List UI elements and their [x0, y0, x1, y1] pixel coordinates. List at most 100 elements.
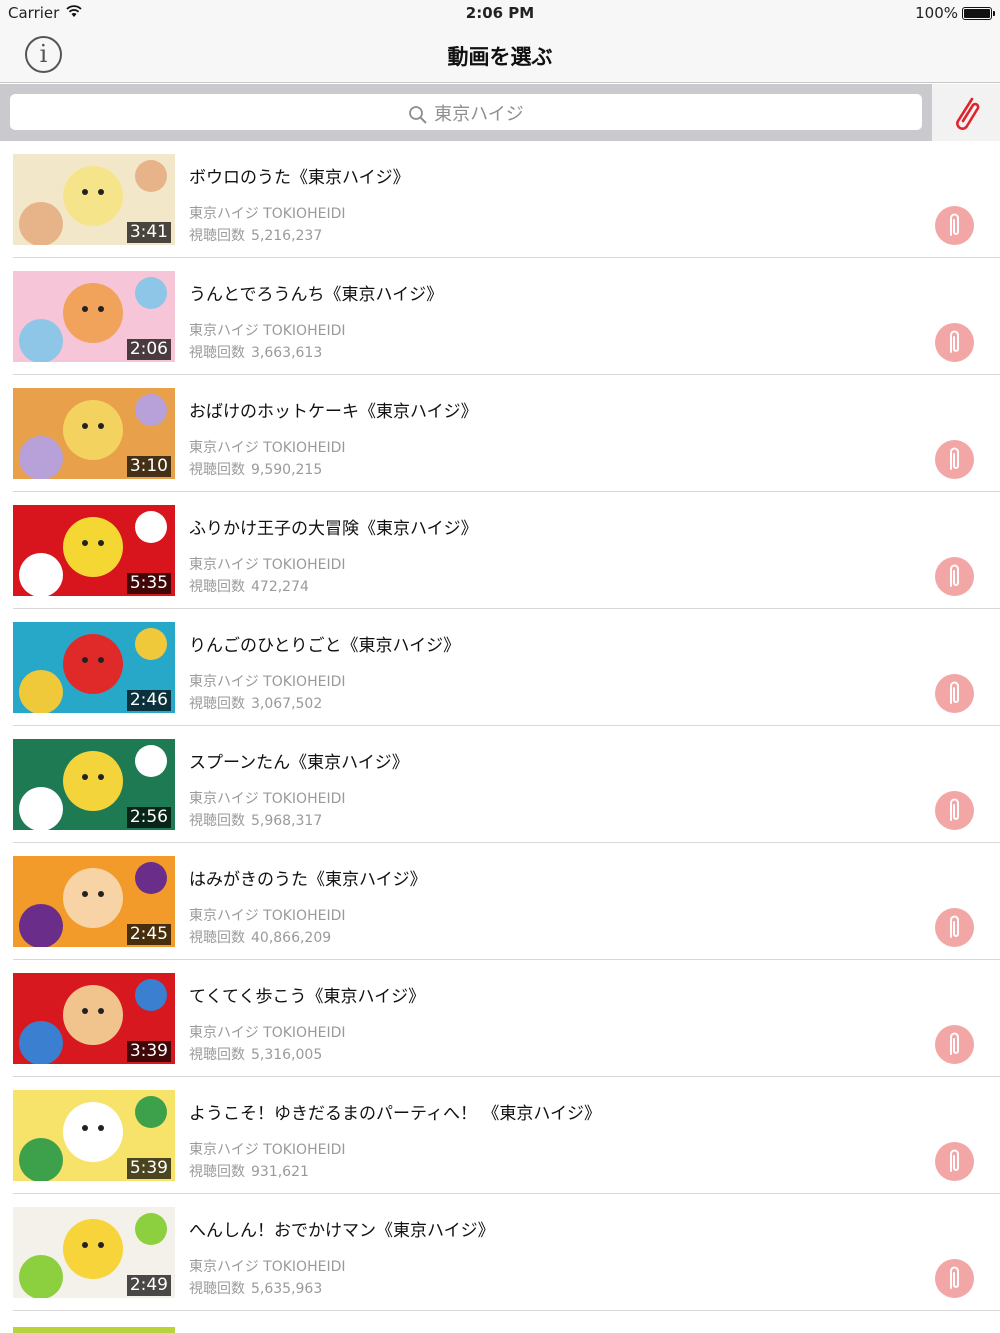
channel-name: 東京ハイジ TOKIOHEIDI	[189, 674, 346, 690]
video-row[interactable]: 2:45 はみがきのうた《東京ハイジ》 東京ハイジ TOKIOHEIDI 視聴回…	[0, 843, 1000, 960]
clip-button[interactable]	[935, 908, 974, 947]
video-duration: 2:06	[126, 339, 171, 360]
view-count-value: 5,216,237	[251, 228, 323, 244]
video-thumbnail[interactable]: 2:49	[13, 1207, 175, 1298]
video-duration: 5:35	[126, 573, 171, 594]
video-row[interactable]: 3:10 おばけのホットケーキ《東京ハイジ》 東京ハイジ TOKIOHEIDI …	[0, 375, 1000, 492]
view-count-label: 視聴回数	[189, 1047, 245, 1063]
clock: 2:06 PM	[465, 4, 535, 22]
view-count-value: 3,067,502	[251, 696, 323, 712]
view-count-label: 視聴回数	[189, 462, 245, 478]
clip-button[interactable]	[935, 1025, 974, 1064]
view-count-value: 9,590,215	[251, 462, 323, 478]
clip-button[interactable]	[935, 1259, 974, 1298]
video-thumbnail[interactable]: 3:10	[13, 388, 175, 479]
video-title[interactable]: はみがきのうた《東京ハイジ》	[189, 865, 427, 890]
clip-button[interactable]	[935, 440, 974, 479]
page-title: 動画を選ぶ	[447, 45, 553, 69]
video-thumbnail[interactable]: 2:46	[13, 622, 175, 713]
view-count: 視聴回数 40,866,209	[189, 927, 331, 947]
view-count-label: 視聴回数	[189, 930, 245, 946]
paperclip-icon	[950, 447, 959, 470]
paperclip-icon	[950, 1266, 959, 1289]
video-duration: 3:10	[126, 456, 171, 477]
view-count: 視聴回数 5,968,317	[189, 810, 322, 830]
video-row[interactable]: 2:49 へんしん！おでかけマン《東京ハイジ》 東京ハイジ TOKIOHEIDI…	[0, 1194, 1000, 1311]
paperclip-icon	[950, 1032, 959, 1055]
video-duration: 3:39	[126, 1041, 171, 1062]
view-count-label: 視聴回数	[189, 1281, 245, 1297]
video-duration: 5:39	[126, 1158, 171, 1179]
paperclip-icon	[956, 97, 980, 130]
video-thumbnail[interactable]: 5:35	[13, 505, 175, 596]
video-title[interactable]: りんごのひとりごと《東京ハイジ》	[189, 631, 460, 656]
view-count-value: 472,274	[251, 579, 309, 595]
video-thumbnail[interactable]: 2:06	[13, 271, 175, 362]
view-count-value: 40,866,209	[251, 930, 332, 946]
paperclip-icon	[950, 564, 959, 587]
view-count-label: 視聴回数	[189, 813, 245, 829]
video-thumbnail[interactable]: 5:39	[13, 1090, 175, 1181]
paperclip-icon	[950, 1149, 959, 1172]
channel-name: 東京ハイジ TOKIOHEIDI	[189, 206, 346, 222]
video-list: 3:41 ボウロのうた《東京ハイジ》 東京ハイジ TOKIOHEIDI 視聴回数…	[0, 141, 1000, 1311]
view-count-label: 視聴回数	[189, 579, 245, 595]
video-title[interactable]: へんしん！おでかけマン《東京ハイジ》	[189, 1216, 495, 1241]
view-count-value: 5,635,963	[251, 1281, 323, 1297]
clip-button[interactable]	[935, 1142, 974, 1181]
channel-name: 東京ハイジ TOKIOHEIDI	[189, 557, 346, 573]
row-separator	[13, 1310, 1000, 1311]
search-input[interactable]: 東京ハイジ	[10, 94, 922, 130]
view-count: 視聴回数 3,067,502	[189, 693, 322, 713]
battery-icon	[962, 7, 995, 20]
video-thumbnail[interactable]: 2:45	[13, 856, 175, 947]
video-title[interactable]: ふりかけ王子の大冒険《東京ハイジ》	[189, 514, 478, 539]
view-count-value: 5,316,005	[251, 1047, 323, 1063]
view-count: 視聴回数 5,216,237	[189, 225, 322, 245]
video-title[interactable]: ボウロのうた《東京ハイジ》	[189, 163, 410, 188]
search-icon	[409, 106, 427, 124]
paperclip-icon	[950, 213, 959, 236]
video-row[interactable]: 2:06 うんとでろうんち《東京ハイジ》 東京ハイジ TOKIOHEIDI 視聴…	[0, 258, 1000, 375]
view-count: 視聴回数 5,316,005	[189, 1044, 322, 1064]
paperclip-button[interactable]	[932, 84, 1000, 141]
view-count-value: 931,621	[251, 1164, 309, 1180]
clip-button[interactable]	[935, 557, 974, 596]
video-thumbnail-partial[interactable]	[13, 1327, 175, 1333]
video-title[interactable]: スプーンたん《東京ハイジ》	[189, 748, 409, 773]
view-count: 視聴回数 5,635,963	[189, 1278, 322, 1298]
view-count: 視聴回数 931,621	[189, 1161, 309, 1181]
video-duration: 3:41	[126, 222, 171, 243]
video-row[interactable]: 5:39 ようこそ！ゆきだるまのパーティへ！ 《東京ハイジ》 東京ハイジ TOK…	[0, 1077, 1000, 1194]
video-row[interactable]: 5:35 ふりかけ王子の大冒険《東京ハイジ》 東京ハイジ TOKIOHEIDI …	[0, 492, 1000, 609]
view-count-label: 視聴回数	[189, 228, 245, 244]
video-duration: 2:56	[126, 807, 171, 828]
status-bar: Carrier 2:06 PM 100%	[0, 0, 1000, 28]
channel-name: 東京ハイジ TOKIOHEIDI	[189, 323, 346, 339]
video-title[interactable]: おばけのホットケーキ《東京ハイジ》	[189, 397, 478, 422]
clip-button[interactable]	[935, 791, 974, 830]
channel-name: 東京ハイジ TOKIOHEIDI	[189, 908, 346, 924]
video-title[interactable]: ようこそ！ゆきだるまのパーティへ！ 《東京ハイジ》	[189, 1099, 601, 1124]
search-placeholder: 東京ハイジ	[434, 104, 524, 125]
view-count-label: 視聴回数	[189, 1164, 245, 1180]
view-count: 視聴回数 9,590,215	[189, 459, 322, 479]
video-row[interactable]: 2:46 りんごのひとりごと《東京ハイジ》 東京ハイジ TOKIOHEIDI 視…	[0, 609, 1000, 726]
video-row[interactable]: 2:56 スプーンたん《東京ハイジ》 東京ハイジ TOKIOHEIDI 視聴回数…	[0, 726, 1000, 843]
video-thumbnail[interactable]: 3:41	[13, 154, 175, 245]
video-row[interactable]: 3:41 ボウロのうた《東京ハイジ》 東京ハイジ TOKIOHEIDI 視聴回数…	[0, 141, 1000, 258]
video-thumbnail[interactable]: 2:56	[13, 739, 175, 830]
paperclip-icon	[950, 798, 959, 821]
channel-name: 東京ハイジ TOKIOHEIDI	[189, 1259, 346, 1275]
video-duration: 2:45	[126, 924, 171, 945]
video-title[interactable]: てくてく歩こう《東京ハイジ》	[189, 982, 425, 1007]
view-count-label: 視聴回数	[189, 696, 245, 712]
clip-button[interactable]	[935, 323, 974, 362]
clip-button[interactable]	[935, 674, 974, 713]
video-title[interactable]: うんとでろうんち《東京ハイジ》	[189, 280, 443, 305]
navigation-bar: i 動画を選ぶ	[0, 28, 1000, 83]
view-count: 視聴回数 3,663,613	[189, 342, 322, 362]
video-row[interactable]: 3:39 てくてく歩こう《東京ハイジ》 東京ハイジ TOKIOHEIDI 視聴回…	[0, 960, 1000, 1077]
clip-button[interactable]	[935, 206, 974, 245]
video-thumbnail[interactable]: 3:39	[13, 973, 175, 1064]
